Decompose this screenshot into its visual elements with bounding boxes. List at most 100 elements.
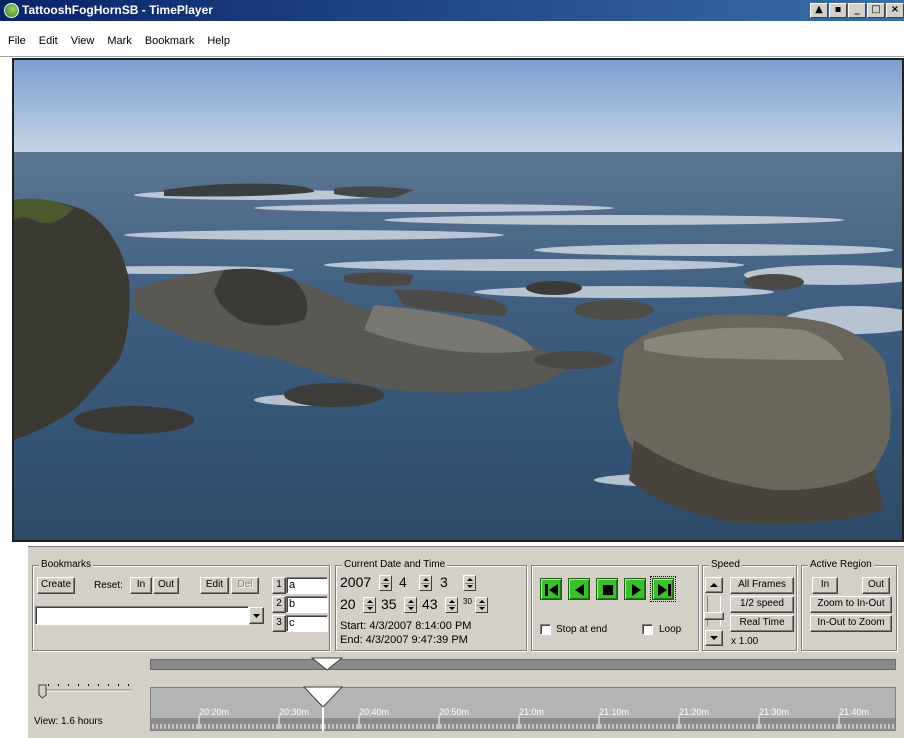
close-button[interactable]: ×	[886, 3, 904, 18]
view-duration-label: View: 1.6 hours	[34, 716, 103, 727]
timeline-ruler[interactable]: 20:20m 20:30m 20:40m 20:50m 21:0m 21:10m 21:20…	[150, 687, 896, 731]
skip-to-start-icon	[545, 584, 558, 596]
restore-up-button[interactable]: ▲	[810, 3, 828, 18]
arrow-down-icon	[710, 636, 718, 640]
stop-button[interactable]	[596, 578, 618, 600]
bookmark-slot-1-button[interactable]: 1	[272, 577, 286, 594]
speed-title: Speed	[709, 559, 742, 570]
zoom-slider[interactable]	[36, 671, 136, 699]
zoom-slider-graphic	[38, 684, 132, 699]
window-title: TattooshFogHornSB - TimePlayer	[22, 3, 213, 17]
bookmark-slot-3-button[interactable]: 3	[272, 615, 286, 632]
day-spinner[interactable]	[463, 575, 476, 591]
region-in-button[interactable]: In	[812, 577, 838, 594]
skip-to-end-icon	[658, 584, 671, 596]
timeline-tick-label: 20:50m	[439, 707, 470, 717]
menu-file[interactable]: File	[2, 35, 33, 47]
month-value[interactable]: 4	[399, 574, 407, 590]
real-time-button[interactable]: Real Time	[730, 615, 794, 632]
month-spinner[interactable]	[419, 575, 432, 591]
create-bookmark-button[interactable]: Create	[37, 577, 75, 594]
bookmark-slot-2-field[interactable]: b	[286, 596, 328, 613]
reset-in-button[interactable]: In	[130, 577, 152, 594]
bookmark-dropdown[interactable]	[35, 606, 249, 625]
bookmark-slot-2-button[interactable]: 2	[272, 596, 286, 613]
overview-marker[interactable]	[310, 656, 344, 672]
speed-slider-track[interactable]	[707, 596, 721, 626]
in-out-to-zoom-button[interactable]: In-Out to Zoom	[810, 615, 892, 632]
play-button[interactable]	[624, 578, 646, 600]
active-region-group: Active Region In Out Zoom to In-Out In-O…	[801, 559, 897, 651]
speed-slider-thumb[interactable]	[704, 612, 724, 620]
bookmarks-title: Bookmarks	[39, 559, 94, 570]
timeline-tick-label: 20:40m	[359, 707, 390, 717]
speed-up-button[interactable]	[705, 577, 723, 593]
app-icon	[4, 3, 19, 18]
play-reverse-icon	[575, 584, 584, 596]
minute-spinner[interactable]	[404, 597, 417, 613]
speed-down-button[interactable]	[705, 630, 723, 646]
skip-to-end-button[interactable]	[650, 576, 676, 602]
overview-bar[interactable]	[150, 659, 896, 670]
timeline-tick-label: 21:30m	[759, 707, 790, 717]
menu-edit[interactable]: Edit	[33, 35, 65, 47]
start-time: Start: 4/3/2007 8:14:00 PM	[340, 620, 472, 632]
timeline-tick-label: 21:10m	[599, 707, 630, 717]
end-time: End: 4/3/2007 9:47:39 PM	[340, 634, 468, 646]
subsecond-value[interactable]: 30	[463, 597, 472, 606]
hour-value[interactable]: 20	[340, 596, 356, 612]
year-spinner[interactable]	[379, 575, 392, 591]
title-bar: TattooshFogHornSB - TimePlayer ▲ ▪ _ □ ×	[0, 0, 904, 21]
all-frames-button[interactable]: All Frames	[730, 577, 794, 594]
bookmarks-group: Bookmarks Create Reset: In Out Edit Del …	[32, 559, 330, 651]
menu-bar: File Edit View Mark Bookmark Help	[0, 21, 904, 57]
play-reverse-button[interactable]	[568, 578, 590, 600]
loop-checkbox[interactable]	[642, 624, 653, 635]
timeline-tick-label: 21:40m	[839, 707, 870, 717]
stop-at-end-label: Stop at end	[556, 624, 608, 635]
reset-label: Reset:	[94, 580, 123, 591]
subsecond-spinner[interactable]	[475, 597, 488, 613]
menu-mark[interactable]: Mark	[101, 35, 138, 47]
playhead-marker[interactable]	[302, 685, 344, 733]
stop-at-end-checkbox[interactable]	[540, 624, 551, 635]
second-spinner[interactable]	[445, 597, 458, 613]
minute-value[interactable]: 35	[381, 596, 397, 612]
menu-bookmark[interactable]: Bookmark	[139, 35, 202, 47]
day-value[interactable]: 3	[440, 574, 448, 590]
transport-group: Stop at end Loop	[531, 565, 699, 651]
video-frame[interactable]	[12, 58, 904, 542]
menu-view[interactable]: View	[65, 35, 102, 47]
region-out-button[interactable]: Out	[862, 577, 890, 594]
loop-label: Loop	[659, 624, 682, 635]
speed-group: Speed All Frames 1/2 speed Real Time x 1…	[702, 559, 797, 651]
skip-to-start-button[interactable]	[540, 578, 562, 600]
bookmark-slot-3-field[interactable]: c	[286, 615, 328, 632]
datetime-group: Current Date and Time 2007 4 3 20 35 43 …	[335, 559, 527, 651]
bookmark-slot-1-field[interactable]: a	[286, 577, 328, 594]
active-region-title: Active Region	[808, 559, 874, 570]
pin-button[interactable]: ▪	[829, 3, 847, 18]
edit-bookmark-button[interactable]: Edit	[200, 577, 229, 594]
reset-out-button[interactable]: Out	[153, 577, 179, 594]
speed-multiplier: x 1.00	[731, 636, 759, 647]
maximize-button[interactable]: □	[867, 3, 885, 18]
timeline-tick-label: 20:20m	[199, 707, 230, 717]
stop-icon	[603, 585, 613, 595]
arrow-up-icon	[710, 583, 718, 587]
play-icon	[632, 584, 641, 596]
minimize-button[interactable]: _	[848, 3, 866, 18]
window-controls: ▲ ▪ _ □ ×	[810, 3, 904, 18]
year-value[interactable]: 2007	[340, 574, 371, 590]
delete-bookmark-button[interactable]: Del	[231, 577, 259, 594]
timeline-tick-label: 21:20m	[679, 707, 710, 717]
menu-help[interactable]: Help	[201, 35, 237, 47]
datetime-title: Current Date and Time	[342, 559, 448, 570]
second-value[interactable]: 43	[422, 596, 438, 612]
timeline-tick-label: 21:0m	[519, 707, 545, 717]
zoom-to-in-out-button[interactable]: Zoom to In-Out	[810, 596, 892, 613]
hour-spinner[interactable]	[363, 597, 376, 613]
half-speed-button[interactable]: 1/2 speed	[730, 596, 794, 613]
control-panel: Bookmarks Create Reset: In Out Edit Del …	[28, 546, 904, 738]
chevron-down-icon[interactable]	[249, 607, 264, 624]
